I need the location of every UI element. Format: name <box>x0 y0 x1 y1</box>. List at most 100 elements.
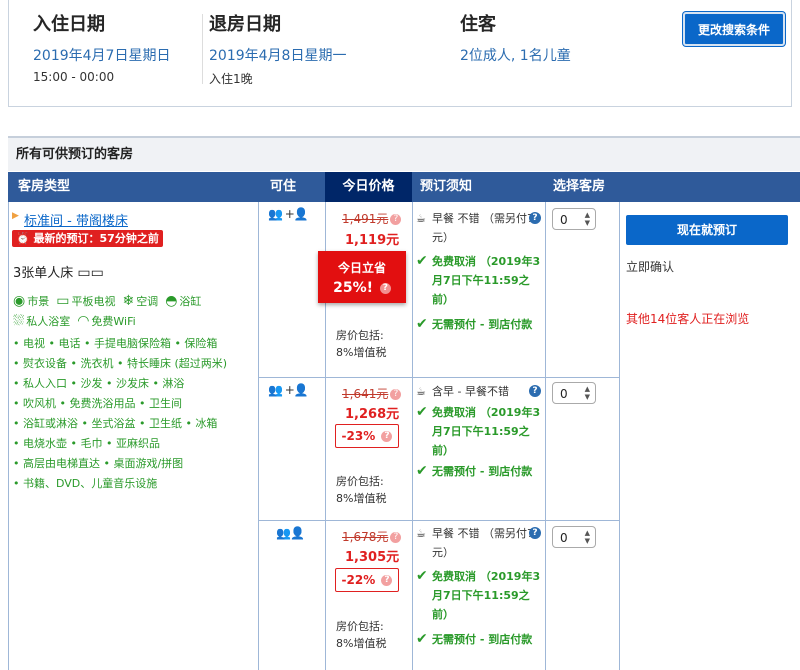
cancel-text: 免费取消 （2019年3月7日下午11:59之前） <box>432 570 541 621</box>
bed-info: 3张单人床 ▭▭ <box>13 262 104 281</box>
old-price: 1,678元? <box>342 528 402 545</box>
cancel-text: 免费取消 （2019年3月7日下午11:59之前） <box>432 406 541 457</box>
coffee-icon: ☕ <box>416 212 426 225</box>
header-select: 选择客房 <box>545 172 619 202</box>
search-summary: 入住日期 2019年4月7日星期日 15:00 - 00:00 退房日期 201… <box>8 0 792 107</box>
viewing-count-text: 其他14位客人正在浏览 <box>626 312 750 326</box>
amenity-label: 免费WiFi <box>91 315 136 328</box>
rooms-section-title: 所有可供预订的客房 <box>8 136 800 171</box>
room-count-select[interactable]: 0 ▲ ▼ <box>552 382 596 404</box>
check-icon: ✔ <box>416 568 428 584</box>
header-occupancy: 可住 <box>258 172 325 202</box>
amenity-row-2: ⛆ 私人浴室 ◠ 免费WiFi <box>13 313 136 329</box>
occupancy-icon: 👥 +👤 <box>268 383 309 397</box>
old-price-text: 1,678元 <box>342 530 389 544</box>
old-price: 1,491元? <box>342 210 402 227</box>
shower-icon: ⛆ <box>13 313 25 329</box>
prepay-text: 无需预付 - 到店付款 <box>432 633 533 646</box>
check-icon: ✔ <box>416 631 428 647</box>
amenity-list-line: • 吹风机 • 免费洗浴用品 • 卫生间 <box>13 397 182 410</box>
room-name-link[interactable]: 标准间 - 带阁楼床 <box>24 210 128 229</box>
nights-count: 入住1晚 <box>209 72 253 86</box>
grid-line <box>545 202 546 670</box>
room-count-select[interactable]: 0 ▲ ▼ <box>552 526 596 548</box>
header-notes: 预订须知 <box>412 172 545 202</box>
last-booked-badge: ⏰ 最新的预订：57分钟之前 <box>12 230 163 247</box>
old-price-text: 1,491元 <box>342 212 389 226</box>
prepay-text: 无需预付 - 到店付款 <box>432 318 533 331</box>
grid-line <box>412 202 413 670</box>
header-price[interactable]: 今日价格 <box>325 172 412 202</box>
old-price-text: 1,641元 <box>342 387 389 401</box>
question-icon[interactable]: ? <box>381 575 393 586</box>
deal-badge: 今日立省 25%! ? <box>318 251 406 303</box>
meal-text: 早餐 不错 （需另付75元） <box>432 527 541 559</box>
checkout-date[interactable]: 2019年4月8日星期一 <box>209 45 346 65</box>
question-icon[interactable]: ? <box>381 431 393 442</box>
amenity-list-line: • 浴缸或淋浴 • 坐式浴盆 • 卫生纸 • 冰箱 <box>13 417 218 430</box>
book-now-button[interactable]: 现在就预订 <box>626 215 788 245</box>
alarm-clock-icon: ⏰ <box>16 232 34 245</box>
grid-line <box>258 520 619 521</box>
price-includes: 房价包括: 8%增值税 <box>336 618 386 652</box>
new-price: 1,268元 <box>345 407 400 422</box>
select-arrows-icon: ▲ ▼ <box>584 529 590 545</box>
coffee-icon: ☕ <box>416 385 426 398</box>
deal-title: 今日立省 <box>337 261 386 275</box>
occupancy-icon: 👥👤 <box>276 526 305 540</box>
tax-text: 8%增值税 <box>336 492 387 505</box>
snowflake-icon: ❄ <box>122 293 135 309</box>
tax-text: 8%增值税 <box>336 346 387 359</box>
grid-line <box>258 202 259 670</box>
change-search-button[interactable]: 更改搜索条件 <box>683 12 785 46</box>
bed-text: 3张单人床 <box>13 266 74 281</box>
grid-line <box>258 377 619 378</box>
amenity-label: 浴缸 <box>179 295 202 308</box>
amenity-list-line: • 电视 • 电话 • 手提电脑保险箱 • 保险箱 <box>13 337 218 350</box>
select-arrows-icon: ▲ ▼ <box>584 385 590 401</box>
amenity-label: 私人浴室 <box>26 315 71 328</box>
price-includes: 房价包括: 8%增值税 <box>336 473 386 507</box>
guests-block: 住客 2位成人, 1名儿童 <box>460 10 571 65</box>
wifi-icon: ◠ <box>77 313 90 329</box>
check-icon: ✔ <box>416 316 428 332</box>
amenity-label: 市景 <box>27 295 50 308</box>
expand-arrow-icon[interactable]: ▶ <box>12 211 19 221</box>
booking-notes: ☕ 早餐 不错 （需另付75元） ? ✔ 免费取消 （2019年3月7日下午11:5… <box>416 209 541 334</box>
summary-divider <box>202 14 203 84</box>
cancel-text: 免费取消 （2019年3月7日下午11:59之前） <box>432 255 541 306</box>
checkin-date[interactable]: 2019年4月7日星期日 <box>33 45 170 65</box>
prepay-text: 无需预付 - 到店付款 <box>432 465 533 478</box>
amenity-list-line: • 私人入口 • 沙发 • 沙发床 • 淋浴 <box>13 377 185 390</box>
question-icon[interactable]: ? <box>390 532 402 543</box>
checkin-block: 入住日期 2019年4月7日星期日 15:00 - 00:00 <box>33 10 170 84</box>
question-icon[interactable]: ? <box>390 214 402 225</box>
info-icon[interactable]: ? <box>529 212 541 224</box>
new-price: 1,119元 <box>345 233 400 248</box>
grid-line <box>619 202 620 670</box>
checkout-label: 退房日期 <box>209 14 281 35</box>
info-icon[interactable]: ? <box>529 527 541 539</box>
tv-icon: ▭ <box>56 293 70 309</box>
amenity-list-line: • 书籍、DVD、儿童音乐设施 <box>13 477 158 490</box>
instant-confirm-text: 立即确认 <box>626 260 675 274</box>
includes-label: 房价包括: <box>336 620 384 633</box>
new-price: 1,305元 <box>345 550 400 565</box>
price-includes: 房价包括: 8%增值税 <box>336 327 386 361</box>
coffee-icon: ☕ <box>416 527 426 540</box>
room-count-select[interactable]: 0 ▲ ▼ <box>552 208 596 230</box>
booking-notes: ☕ 含早 - 早餐不错 ? ✔ 免费取消 （2019年3月7日下午11:59之前） … <box>416 382 541 481</box>
checkout-block: 退房日期 2019年4月8日星期一 入住1晚 <box>209 10 346 87</box>
question-icon[interactable]: ? <box>390 389 402 400</box>
meal-text: 早餐 不错 （需另付75元） <box>432 212 541 244</box>
guests-value[interactable]: 2位成人, 1名儿童 <box>460 45 571 65</box>
question-icon[interactable]: ? <box>379 282 391 294</box>
check-icon: ✔ <box>416 253 428 269</box>
booking-notes: ☕ 早餐 不错 （需另付75元） ? ✔ 免费取消 （2019年3月7日下午11:5… <box>416 524 541 649</box>
bed-icon: ▭▭ <box>77 265 104 281</box>
info-icon[interactable]: ? <box>529 385 541 397</box>
deal-percent: 25%! <box>333 280 374 296</box>
discount-badge: -23% ? <box>335 424 399 448</box>
occupancy-icon: 👥 +👤 <box>268 207 309 221</box>
last-booked-text: 最新的预订：57分钟之前 <box>33 232 159 245</box>
